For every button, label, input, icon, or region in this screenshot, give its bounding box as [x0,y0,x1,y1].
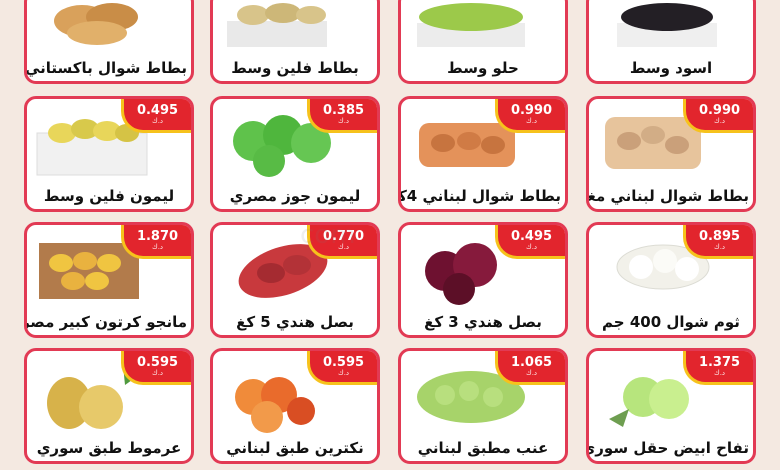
product-card[interactable]: 0.990د.ك بطاط شوال لبناني مغسول [586,96,756,212]
price-badge: 1.375 د.ك [683,351,753,385]
product-name: ثوم شوال 400 جم [602,313,740,331]
price-badge: 1.065 د.ك [495,351,565,385]
product-card[interactable]: 0.770 د.ك بصل هندي 5 كغ [210,222,380,338]
grape-green-image [401,0,565,51]
potato-image [27,0,191,51]
price-badge: 0.990 د.ك [683,99,753,133]
product-card[interactable]: 0.385 د.ك ليمون جوز مصري [210,96,380,212]
price-badge: 0.495 د.ك [121,99,191,133]
product-card[interactable]: 0.495 د.ك بصل هندي 3 كغ [398,222,568,338]
product-name: بصل هندي 5 كغ [236,313,354,331]
price-badge: 0.990 د.ك [495,99,565,133]
product-card[interactable]: حلو وسط [398,0,568,84]
product-name: اسود وسط [629,59,713,77]
price-badge: 0.770 د.ك [307,225,377,259]
product-name: بطاط شوال لبناني مغسول [587,187,749,205]
product-name: عنب مطبق لبناني [417,439,549,457]
product-card[interactable]: 1.375د.ك تفاح ابيض حقل سوري كبير [586,348,756,464]
product-card[interactable]: 0.895 د.ك ثوم شوال 400 جم [586,222,756,338]
product-name: بطاط شوال باكستاني [24,59,187,77]
product-name: تفاح ابيض حقل سوري كبير [586,439,749,457]
product-name: حلو وسط [447,59,519,77]
product-card[interactable]: 0.495 د.ك ليمون فلين وسط [24,96,194,212]
product-card[interactable]: 1.870 د.ك مانجو كرتون كبير مصري [24,222,194,338]
price-badge: 0.385 د.ك [307,99,377,133]
product-card[interactable]: اسود وسط [586,0,756,84]
product-card[interactable]: 0.595 د.ك عرموط طبق سوري [24,348,194,464]
product-card[interactable]: 0.990د.ك بطاط شوال لبناني 4كيلو [398,96,568,212]
product-name: بطاط شوال لبناني 4كيلو [398,187,561,205]
potato-box-image [213,0,377,51]
price-badge: 0.595 د.ك [121,351,191,385]
product-name: بطاط فلين وسط [231,59,359,77]
product-name: ليمون جوز مصري [229,187,361,205]
product-name: ليمون فلين وسط [43,187,175,205]
product-name: مانجو كرتون كبير مصري [24,313,187,331]
price-badge: 1.870 د.ك [121,225,191,259]
product-card[interactable]: 0.595 د.ك نكترين طبق لبناني [210,348,380,464]
product-card[interactable]: بطاط شوال باكستاني [24,0,194,84]
product-card[interactable]: 1.065 د.ك عنب مطبق لبناني [398,348,568,464]
product-name: عرموط طبق سوري [36,439,182,457]
product-name: نكترين طبق لبناني [226,439,364,457]
price-badge: 0.595 د.ك [307,351,377,385]
price-badge: 0.895 د.ك [683,225,753,259]
product-card[interactable]: بطاط فلين وسط [210,0,380,84]
product-name: بصل هندي 3 كغ [424,313,542,331]
price-badge: 0.495 د.ك [495,225,565,259]
grape-black-image [589,0,753,51]
